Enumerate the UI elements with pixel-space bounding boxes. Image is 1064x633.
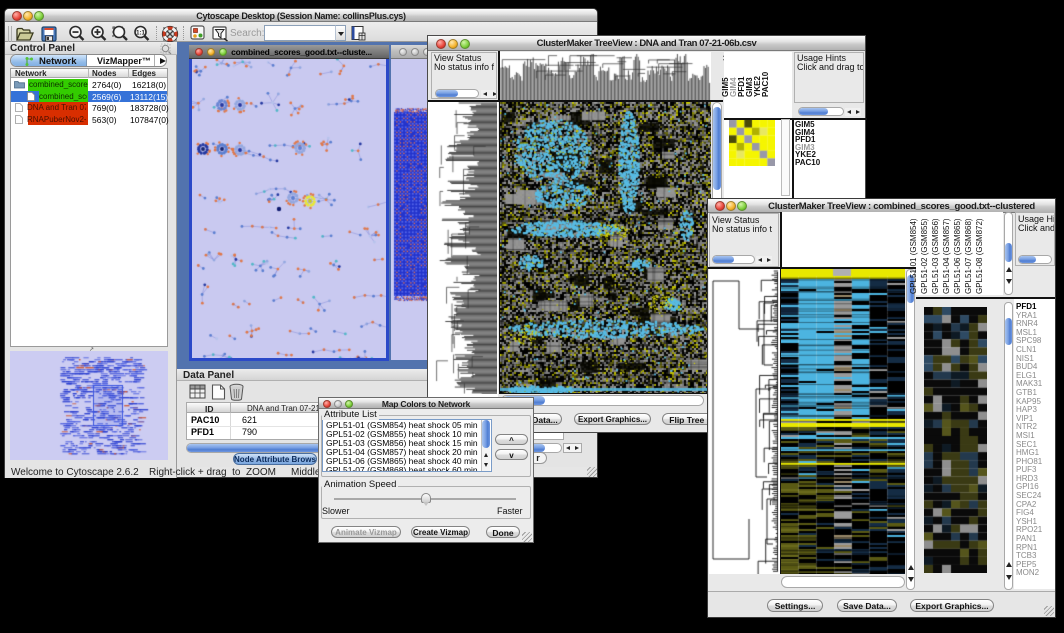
svg-text:1:1: 1:1 [136, 31, 145, 37]
